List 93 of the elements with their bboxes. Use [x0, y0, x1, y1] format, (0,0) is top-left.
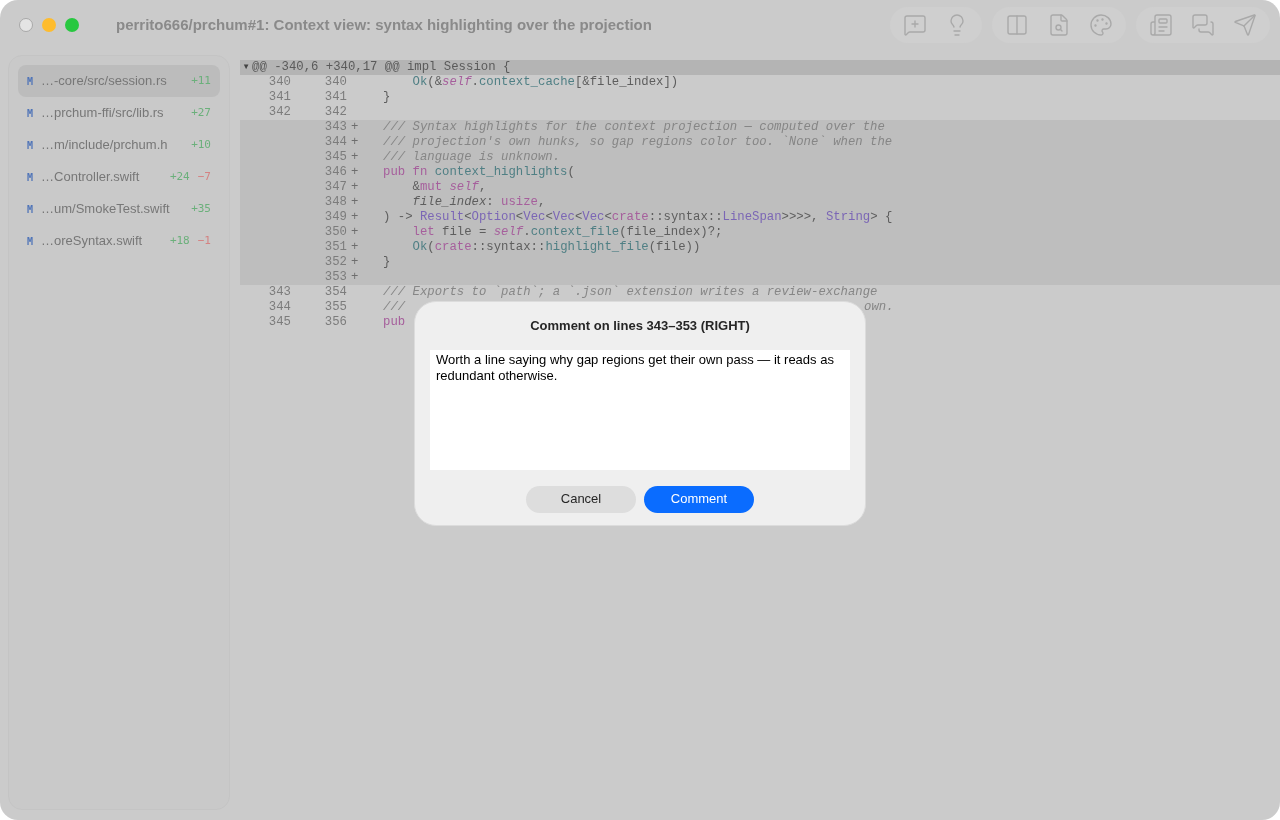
file-list-item[interactable]: M …Controller.swift +24 −7	[18, 161, 220, 193]
new-line-number: 344	[324, 135, 347, 149]
new-line-number: 351	[324, 240, 347, 254]
code-text: Ok(&self.context_cache[&file_index])	[411, 75, 679, 89]
new-line-number: 345	[324, 150, 347, 164]
palette-icon[interactable]	[1089, 13, 1113, 37]
file-list-item[interactable]: M …prchum-ffi/src/lib.rs +27	[18, 97, 220, 129]
old-line-number: 342	[268, 105, 291, 119]
cancel-button[interactable]: Cancel	[526, 485, 636, 513]
code-text: Ok(crate::syntax::highlight_file(file))	[411, 240, 701, 254]
added-marker: +	[351, 270, 359, 284]
send-icon[interactable]	[1233, 13, 1257, 37]
additions-count: +11	[191, 72, 211, 89]
added-marker: +	[351, 135, 359, 149]
code-text: pub fn context_highlights(	[383, 165, 575, 179]
code-text: &mut self,	[411, 180, 487, 194]
file-status: M	[27, 106, 34, 121]
file-list-item[interactable]: M …m/include/prchum.h +10	[18, 129, 220, 161]
window-title: perrito666/prchum#1: Context view: syntax highlighting over the projection	[116, 14, 652, 35]
comment-button[interactable]: Comment	[644, 485, 754, 513]
new-line-number: 353	[324, 270, 347, 284]
new-line-number: 343	[324, 120, 347, 134]
added-marker: +	[351, 150, 359, 164]
file-path: …m/include/prchum.h	[41, 136, 169, 155]
file-path: …oreSyntax.swift	[41, 232, 144, 251]
file-path: …Controller.swift	[41, 168, 141, 187]
file-list-item[interactable]: M …oreSyntax.swift +18 −1	[18, 225, 220, 257]
old-line-number: 345	[268, 315, 291, 329]
code-text: ///	[383, 300, 406, 314]
code-text: let file = self.context_file(file_index)?;	[411, 225, 723, 239]
new-line-number: 347	[324, 180, 347, 194]
comment-plus-icon[interactable]	[903, 13, 927, 37]
new-line-number: 346	[324, 165, 347, 179]
file-search-icon[interactable]	[1047, 13, 1071, 37]
comment-field[interactable]: Worth a line saying why gap regions get their own pass — it reads as redundant otherwise.	[430, 349, 850, 470]
code-text: ) -> Result<Option<Vec<Vec<Vec<crate::syntax::LineSpan>>>>, String> {	[383, 210, 893, 224]
code-text: /// language is unknown.	[383, 150, 561, 164]
disclosure-toggle[interactable]: ▾	[240, 60, 252, 75]
additions-count: +24	[169, 168, 190, 185]
new-line-number: 348	[324, 195, 347, 209]
new-line-number: 340	[324, 75, 347, 89]
file-path: …prchum-ffi/src/lib.rs	[41, 104, 165, 123]
code-text: /// projection's own hunks, so gap regions color too. `None` when the	[383, 135, 893, 149]
deletions-count: −7	[197, 168, 211, 185]
list-icon[interactable]	[1149, 13, 1173, 37]
code-text: own.	[864, 300, 894, 315]
old-line-number: 341	[268, 90, 291, 104]
added-marker: +	[351, 165, 359, 179]
hunk-header[interactable]: ▾ @@ -340,6 +340,17 @@ impl Session {	[240, 60, 1280, 75]
new-line-number: 352	[324, 255, 347, 269]
code-text: pub	[383, 315, 406, 329]
new-line-number: 349	[324, 210, 347, 224]
added-marker: +	[351, 120, 359, 134]
code-text: /// Syntax highlights for the context projection — computed over the	[383, 120, 885, 134]
minimize-window-button[interactable]	[42, 18, 56, 32]
code-text: }	[383, 255, 391, 269]
new-line-number: 354	[324, 285, 347, 299]
added-marker: +	[351, 180, 359, 194]
old-line-number: 344	[268, 300, 291, 314]
file-path: …um/SmokeTest.swift	[41, 200, 171, 219]
columns-icon[interactable]	[1005, 13, 1029, 37]
additions-count: +27	[191, 104, 211, 121]
old-line-number: 340	[268, 75, 291, 89]
file-status: M	[27, 74, 34, 89]
hunk-header-text: @@ -340,6 +340,17 @@ impl Session {	[252, 60, 511, 75]
code-text: }	[383, 90, 391, 104]
code-text: /// Exports to `path`; a `.json` extension writes a review-exchange	[383, 285, 878, 299]
file-status: M	[27, 170, 34, 185]
added-marker: +	[351, 255, 359, 269]
new-line-number: 355	[324, 300, 347, 314]
dialog-title: Comment on lines 343–353 (RIGHT)	[530, 317, 750, 335]
new-line-number: 356	[324, 315, 347, 329]
file-path: …-core/src/session.rs	[41, 72, 168, 91]
file-status: M	[27, 234, 34, 249]
old-line-number: 343	[268, 285, 291, 299]
zoom-window-button[interactable]	[65, 18, 79, 32]
file-status: M	[27, 138, 34, 153]
additions-count: +18	[169, 232, 190, 249]
new-line-number: 342	[324, 105, 347, 119]
added-marker: +	[351, 195, 359, 209]
added-marker: +	[351, 240, 359, 254]
new-line-number: 350	[324, 225, 347, 239]
new-line-number: 341	[324, 90, 347, 104]
additions-count: +35	[191, 200, 211, 217]
deletions-count: −1	[197, 232, 211, 249]
added-marker: +	[351, 210, 359, 224]
code-text: file_index: usize,	[411, 195, 546, 209]
additions-count: +10	[191, 136, 211, 153]
file-status: M	[27, 202, 34, 217]
file-list-item[interactable]: M …um/SmokeTest.swift +35	[18, 193, 220, 225]
file-list-item[interactable]: M …-core/src/session.rs +11	[18, 65, 220, 97]
chat-bubbles-icon[interactable]	[1191, 13, 1215, 37]
added-marker: +	[351, 225, 359, 239]
